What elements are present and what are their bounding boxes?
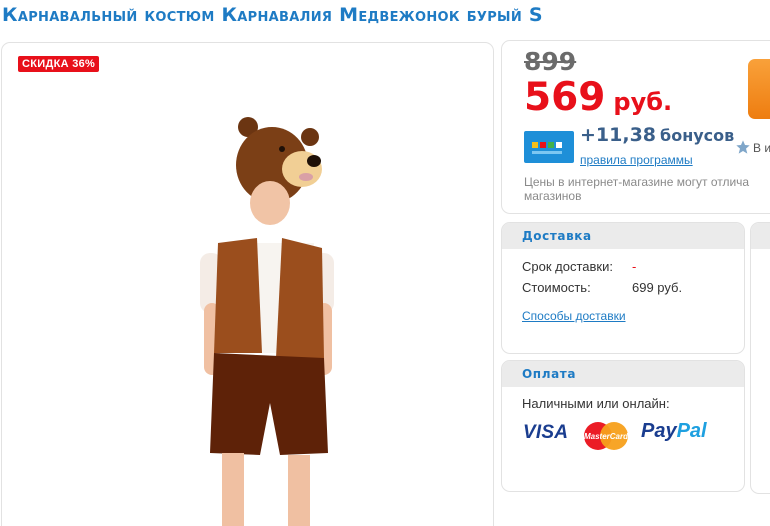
right-side-card	[750, 222, 770, 494]
delivery-term-value: -	[632, 259, 637, 274]
product-page: Карнавальный костюм Карнавалия Медвежоно…	[0, 0, 770, 526]
delivery-cost-label: Стоимость:	[522, 280, 591, 295]
old-price: 899	[524, 47, 577, 76]
right-leg	[288, 455, 310, 526]
bonus-program-logo	[524, 131, 574, 163]
price-card: 899 569 руб. +11,38 бонусов правила програ…	[501, 40, 770, 214]
delivery-heading: Доставка	[502, 223, 744, 249]
mastercard-text: MasterCard	[584, 432, 629, 441]
buy-button[interactable]	[748, 59, 770, 119]
paypal-pay: Pay	[641, 420, 677, 442]
bonus-value: +11,38	[580, 124, 657, 146]
payment-card: Оплата Наличными или онлайн: VISA Master…	[501, 360, 745, 492]
currency: руб.	[613, 88, 673, 116]
new-price-value: 569	[524, 75, 606, 120]
bonus-label: бонусов	[660, 126, 735, 145]
product-image-card: СКИДКА 36%	[1, 42, 494, 526]
delivery-cost-value: 699 руб.	[632, 280, 683, 295]
delivery-cost-row: Стоимость: 699 руб.	[522, 280, 682, 295]
delivery-term-label: Срок доставки:	[522, 259, 613, 274]
product-photo[interactable]	[152, 103, 342, 526]
payment-heading: Оплата	[502, 361, 744, 387]
vest-right	[276, 238, 324, 358]
bonus-amount: +11,38 бонусов	[580, 124, 734, 146]
star-icon[interactable]	[735, 139, 751, 155]
left-leg	[222, 453, 244, 526]
delivery-methods-link[interactable]: Способы доставки	[522, 309, 626, 323]
payment-text: Наличными или онлайн:	[522, 396, 670, 411]
product-title: Карнавальный костюм Карнавалия Медвежоно…	[2, 4, 543, 26]
paypal-logo: PayPal	[641, 420, 707, 443]
shorts	[210, 353, 328, 455]
delivery-card: Доставка Срок доставки: - Стоимость: 699…	[501, 222, 745, 354]
mastercard-logo: MasterCard	[584, 422, 629, 450]
price-disclaimer: Цены в интернет-магазине могут отлича ма…	[524, 175, 750, 203]
discount-badge: СКИДКА 36%	[18, 56, 100, 72]
new-price: 569 руб.	[524, 75, 672, 120]
child-face	[250, 181, 290, 225]
delivery-term-row: Срок доставки: -	[522, 259, 636, 274]
visa-logo: VISA	[523, 422, 569, 443]
paypal-pal: Pal	[676, 420, 707, 442]
favorites-text[interactable]: В и	[753, 141, 770, 155]
vest-left	[214, 238, 262, 353]
bonus-rules-link[interactable]: правила программы	[580, 153, 693, 167]
right-side-card-heading	[751, 223, 770, 249]
